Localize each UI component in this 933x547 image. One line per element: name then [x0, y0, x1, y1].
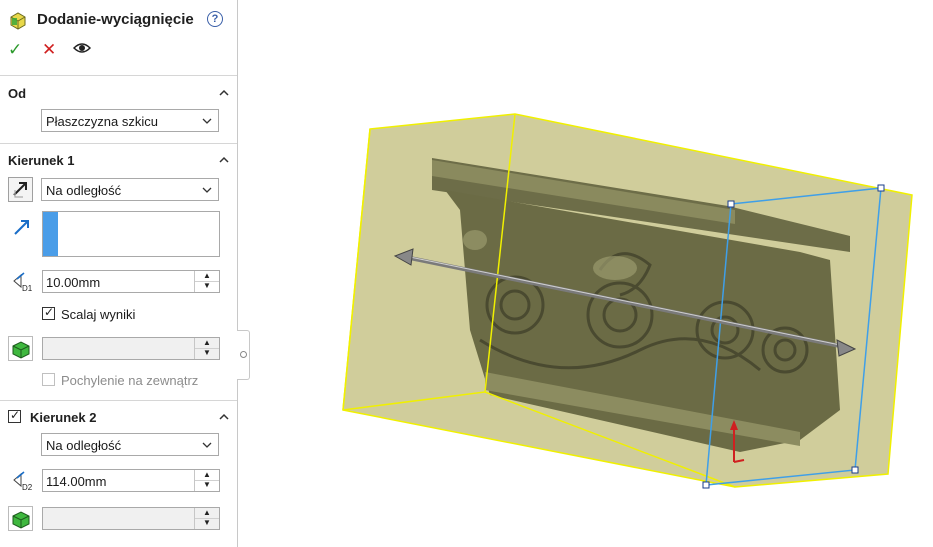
separator — [0, 75, 237, 76]
collapse-icon[interactable] — [218, 411, 230, 423]
chevron-down-icon — [202, 187, 212, 193]
from-dropdown-value: Płaszczyzna szkicu — [46, 114, 158, 129]
direction2-draft-input[interactable]: ▲ ▼ — [42, 507, 220, 530]
direction2-end-condition-dropdown[interactable]: Na odległość — [41, 433, 219, 456]
depth-icon: D1 — [13, 272, 33, 293]
direction-vector-icon — [14, 220, 29, 235]
merge-results-checkbox[interactable]: ✓ — [42, 305, 55, 320]
direction-selection-box[interactable] — [42, 211, 220, 257]
direction1-end-condition-value: Na odległość — [46, 183, 122, 198]
selection-indicator — [43, 212, 58, 256]
svg-text:D1: D1 — [22, 284, 33, 293]
direction1-end-condition-dropdown[interactable]: Na odległość — [41, 178, 219, 201]
spin-down-icon[interactable]: ▼ — [195, 518, 219, 528]
separator — [0, 143, 237, 144]
panel-resize-handle[interactable] — [237, 330, 250, 380]
draft-toggle-button[interactable] — [8, 506, 33, 531]
reverse-direction-icon — [13, 182, 27, 198]
depth-spinner[interactable]: ▲ ▼ — [194, 470, 219, 491]
spin-down-icon[interactable]: ▼ — [195, 480, 219, 490]
direction2-depth-input[interactable]: 114.00mm ▲ ▼ — [42, 469, 220, 492]
help-icon[interactable]: ? — [207, 11, 223, 27]
property-manager: Dodanie-wyciągnięcie ? ✓ ✕ Od Płaszczyzn… — [0, 0, 238, 547]
graphics-viewport[interactable] — [250, 0, 933, 547]
direction2-end-condition-value: Na odległość — [46, 438, 122, 453]
collapse-icon[interactable] — [218, 87, 230, 99]
draft-spinner[interactable]: ▲ ▼ — [194, 338, 219, 359]
direction1-depth-input[interactable]: 10.00mm ▲ ▼ — [42, 270, 220, 293]
spin-down-icon[interactable]: ▼ — [195, 281, 219, 291]
svg-text:D2: D2 — [22, 483, 33, 492]
direction1-depth-value: 10.00mm — [46, 275, 101, 290]
section-from-title: Od — [8, 86, 27, 101]
chevron-down-icon — [202, 442, 212, 448]
depth-icon: D2 — [13, 471, 33, 492]
handle-dot-icon — [240, 351, 247, 358]
draft-icon — [12, 341, 30, 359]
draft-outward-label: Pochylenie na zewnątrz — [61, 373, 199, 388]
reverse-direction-button[interactable] — [8, 177, 33, 202]
cancel-button[interactable]: ✕ — [42, 40, 56, 60]
eye-icon — [72, 43, 92, 53]
section-direction2-title: Kierunek 2 — [30, 410, 97, 425]
section-direction1-title: Kierunek 1 — [8, 153, 75, 168]
ok-button[interactable]: ✓ — [8, 40, 22, 60]
chevron-down-icon — [202, 118, 212, 124]
from-dropdown[interactable]: Płaszczyzna szkicu — [41, 109, 219, 132]
check-icon: ✓ — [44, 305, 55, 319]
check-icon: ✓ — [10, 408, 21, 422]
draft-toggle-button[interactable] — [8, 336, 33, 361]
separator — [0, 400, 237, 401]
collapse-icon[interactable] — [218, 154, 230, 166]
direction2-checkbox[interactable]: ✓ — [8, 408, 21, 423]
preview-button[interactable] — [72, 40, 92, 60]
feature-header: Dodanie-wyciągnięcie ? — [8, 8, 233, 32]
spin-down-icon[interactable]: ▼ — [195, 348, 219, 358]
direction1-draft-input[interactable]: ▲ ▼ — [42, 337, 220, 360]
direction2-depth-value: 114.00mm — [46, 474, 107, 489]
feature-title: Dodanie-wyciągnięcie — [37, 11, 194, 28]
extrude-boss-icon — [10, 12, 26, 30]
draft-outward-checkbox[interactable] — [42, 373, 55, 386]
merge-results-label: Scalaj wyniki — [61, 307, 136, 322]
draft-icon — [12, 511, 30, 529]
depth-spinner[interactable]: ▲ ▼ — [194, 271, 219, 292]
draft-spinner[interactable]: ▲ ▼ — [194, 508, 219, 529]
